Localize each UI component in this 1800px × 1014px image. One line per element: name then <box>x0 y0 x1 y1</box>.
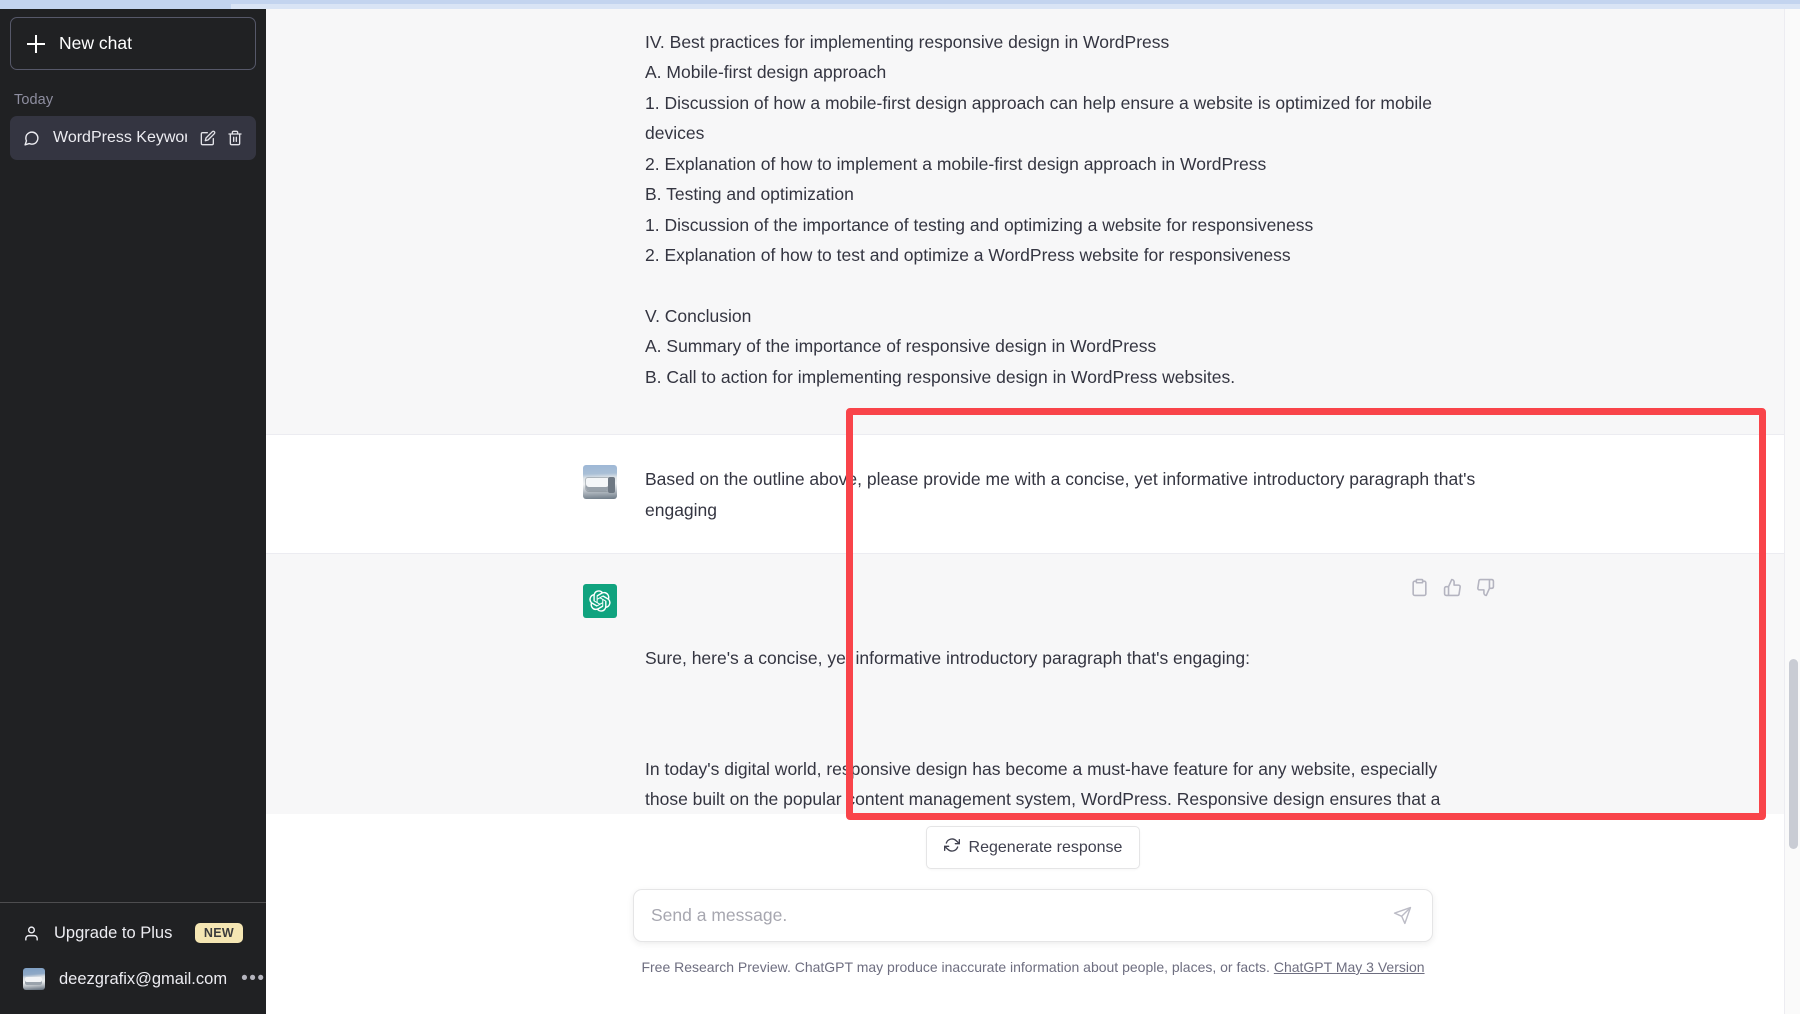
plus-icon <box>27 34 45 53</box>
main-content: IV. Best practices for implementing resp… <box>266 0 1800 1014</box>
send-icon[interactable] <box>1389 902 1416 929</box>
user-message-text: Based on the outline above, please provi… <box>645 469 1481 520</box>
new-badge: NEW <box>194 923 243 943</box>
ellipsis-icon[interactable]: ••• <box>241 969 265 988</box>
account-avatar <box>23 968 45 990</box>
user-avatar <box>583 465 617 500</box>
new-chat-label: New chat <box>59 33 132 53</box>
chatgpt-logo-icon <box>583 583 617 618</box>
new-chat-button[interactable]: New chat <box>10 17 256 70</box>
regenerate-response-button[interactable]: Regenerate response <box>925 826 1141 869</box>
chatgpt-app: New chat Today WordPress Keyword Ide <box>0 0 1800 1014</box>
refresh-icon <box>943 837 960 858</box>
upgrade-to-plus-button[interactable]: Upgrade to Plus NEW <box>10 910 256 956</box>
message-square-icon <box>23 130 40 147</box>
footer-disclaimer: Free Research Preview. ChatGPT may produ… <box>641 959 1424 975</box>
thumbs-up-icon[interactable] <box>1443 578 1462 602</box>
sidebar: New chat Today WordPress Keyword Ide <box>0 0 266 1014</box>
chat-history-item-label: WordPress Keyword Ide <box>53 129 187 146</box>
account-email-label: deezgrafix@gmail.com <box>59 969 228 988</box>
composer-area: Regenerate response Free Research Previe… <box>266 814 1800 1014</box>
assistant-intro-text: Sure, here's a concise, yet informative … <box>645 648 1250 669</box>
message-row-outline: IV. Best practices for implementing resp… <box>266 9 1800 436</box>
sidebar-top: New chat <box>0 9 266 70</box>
chat-history-item-active[interactable]: WordPress Keyword Ide <box>10 116 256 160</box>
message-input[interactable] <box>651 905 1389 926</box>
chat-item-actions <box>200 130 243 146</box>
browser-top-strip-inner <box>231 4 1800 9</box>
thumbs-down-icon[interactable] <box>1476 578 1495 602</box>
browser-top-strip <box>0 0 1800 9</box>
message-composer[interactable] <box>633 889 1433 942</box>
account-row[interactable]: deezgrafix@gmail.com ••• <box>10 956 264 1002</box>
version-link[interactable]: ChatGPT May 3 Version <box>1274 959 1425 975</box>
clipboard-icon[interactable] <box>1410 578 1429 602</box>
outline-scroll-clip <box>645 9 1483 27</box>
regenerate-response-label: Regenerate response <box>968 838 1123 856</box>
chat-history-list: WordPress Keyword Ide <box>0 116 266 160</box>
outline-message-text: IV. Best practices for implementing resp… <box>645 32 1432 387</box>
message-row-user: Based on the outline above, please provi… <box>266 435 1800 554</box>
user-message-inner: Based on the outline above, please provi… <box>583 435 1483 553</box>
upgrade-label: Upgrade to Plus <box>54 923 173 942</box>
outline-message-inner: IV. Best practices for implementing resp… <box>583 9 1483 434</box>
sidebar-bottom: Upgrade to Plus NEW deezgrafix@gmail.com… <box>0 902 266 1014</box>
footer-note-text: Free Research Preview. ChatGPT may produ… <box>641 959 1270 975</box>
main-scrollbar[interactable] <box>1785 9 1800 1014</box>
scrollbar-thumb[interactable] <box>1789 659 1798 849</box>
assistant-message-actions <box>1410 578 1495 602</box>
sidebar-section-label: Today <box>14 92 54 108</box>
trash-icon[interactable] <box>227 130 243 146</box>
user-icon <box>23 925 40 942</box>
pencil-icon[interactable] <box>200 130 216 146</box>
